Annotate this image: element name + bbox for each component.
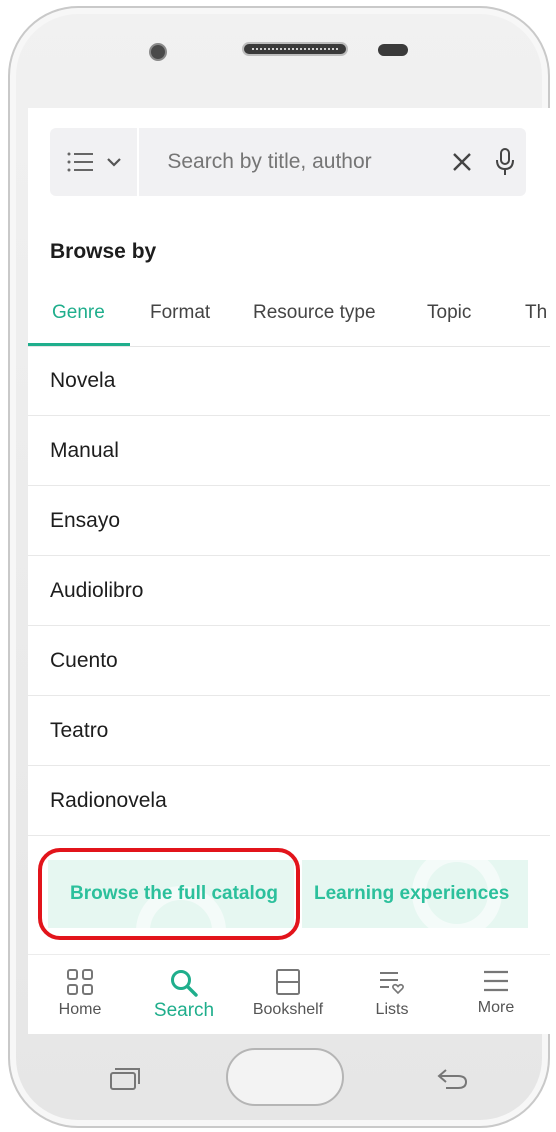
- list-item-genre[interactable]: Cuento: [28, 626, 550, 696]
- microphone-icon: [495, 148, 514, 175]
- highlight-annotation: [38, 848, 300, 940]
- nav-more[interactable]: More: [444, 955, 548, 1034]
- list-item-genre[interactable]: Radionovela: [28, 766, 550, 836]
- nav-bookshelf-label: Bookshelf: [252, 1001, 324, 1018]
- close-icon: [452, 153, 471, 171]
- list-item-genre[interactable]: Novela: [28, 346, 550, 416]
- home-hardware-button[interactable]: [226, 1048, 344, 1106]
- tab-truncated[interactable]: Th: [525, 302, 547, 324]
- back-icon[interactable]: [436, 1068, 468, 1090]
- nav-home[interactable]: Home: [28, 955, 132, 1034]
- learning-experiences-button[interactable]: Learning experiences: [302, 860, 528, 928]
- tab-topic[interactable]: Topic: [427, 302, 471, 324]
- nav-lists[interactable]: Lists: [340, 955, 444, 1034]
- front-camera: [149, 43, 167, 61]
- menu-icon: [484, 970, 508, 992]
- lists-icon: [380, 972, 404, 995]
- clear-search-button[interactable]: [440, 128, 483, 196]
- list-icon: [67, 152, 93, 172]
- grid-icon: [67, 969, 93, 995]
- nav-search[interactable]: Search: [132, 955, 236, 1034]
- tab-genre[interactable]: Genre: [52, 302, 105, 324]
- search-bar: [50, 128, 526, 196]
- list-item-genre[interactable]: Manual: [28, 416, 550, 486]
- browse-by-heading: Browse by: [50, 240, 157, 263]
- genre-list: Novela Manual Ensayo Audiolibro Cuento T…: [28, 346, 550, 836]
- earpiece-speaker: [242, 42, 348, 56]
- list-item-genre[interactable]: Teatro: [28, 696, 550, 766]
- proximity-sensor: [378, 44, 408, 56]
- chevron-down-icon: [106, 158, 121, 167]
- search-input[interactable]: [139, 131, 441, 193]
- bookshelf-icon: [276, 969, 300, 995]
- search-filter-button[interactable]: [50, 128, 140, 196]
- nav-lists-label: Lists: [375, 1001, 409, 1018]
- list-item-genre[interactable]: Ensayo: [28, 486, 550, 556]
- nav-more-label: More: [477, 999, 515, 1016]
- learning-experiences-label: Learning experiences: [314, 883, 510, 904]
- bottom-navigation: Home Search Bookshelf Lists More: [28, 954, 550, 1034]
- tab-resource-type[interactable]: Resource type: [253, 302, 376, 324]
- browse-tabs: Genre Format Resource type Topic Th: [28, 280, 550, 347]
- voice-search-button[interactable]: [483, 128, 526, 196]
- recent-apps-icon[interactable]: [110, 1068, 140, 1090]
- nav-bookshelf[interactable]: Bookshelf: [236, 955, 340, 1034]
- list-item-genre[interactable]: Audiolibro: [28, 556, 550, 626]
- tab-format[interactable]: Format: [150, 302, 210, 324]
- search-icon: [171, 970, 198, 997]
- nav-search-label: Search: [153, 1000, 215, 1021]
- nav-home-label: Home: [58, 1001, 102, 1018]
